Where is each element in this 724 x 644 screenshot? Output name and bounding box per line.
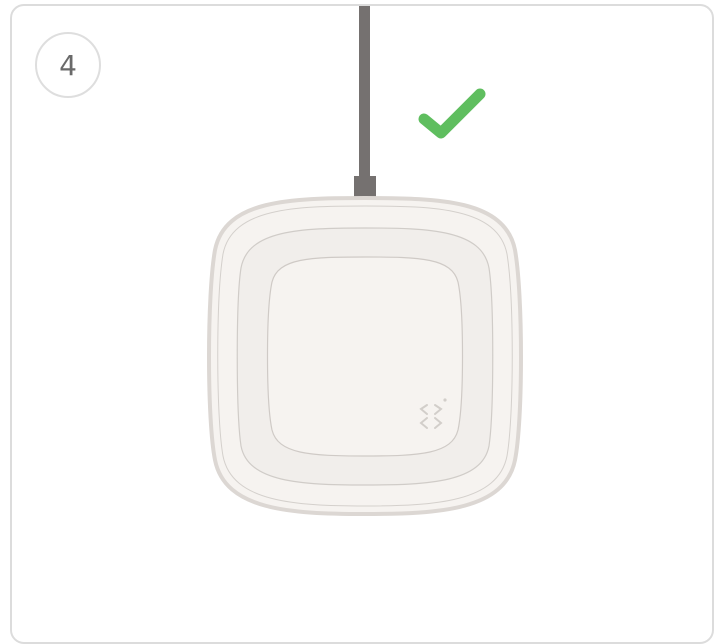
checkmark-icon (418, 88, 486, 139)
charging-pad (207, 195, 523, 517)
usb-cable (354, 6, 376, 198)
charging-pad-illustration (207, 6, 523, 517)
